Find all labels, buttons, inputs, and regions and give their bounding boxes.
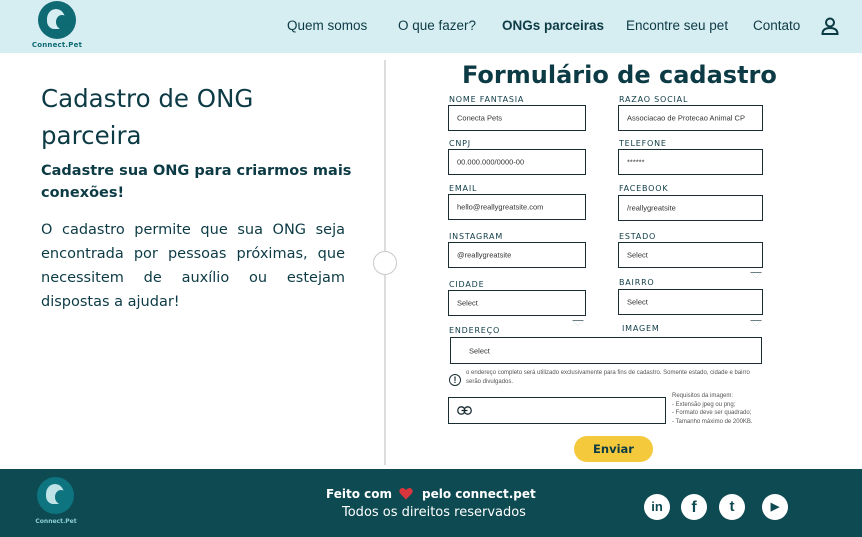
image-requirements-line: Requisitos da imagem: bbox=[672, 393, 734, 399]
image-upload-input[interactable] bbox=[448, 397, 666, 424]
telefone-input[interactable]: ****** bbox=[618, 149, 763, 175]
image-requirements: Requisitos da imagem: - Extensão jpeg ou… bbox=[672, 392, 782, 426]
instagram-value: @reallygreatsite bbox=[457, 250, 512, 260]
footer-rights: Todos os direitos reservados bbox=[342, 505, 526, 520]
submit-button[interactable]: Enviar bbox=[574, 436, 653, 462]
nav-link-o-que-fazer[interactable]: O que fazer? bbox=[398, 18, 476, 33]
logo[interactable]: Connect.Pet bbox=[31, 1, 83, 51]
youtube-icon[interactable]: ▶ bbox=[762, 494, 788, 520]
nome-fantasia-label: NOME FANTASIA bbox=[449, 95, 525, 104]
email-value: hello@reallygreatsite.com bbox=[457, 202, 544, 212]
instagram-label: INSTAGRAM bbox=[449, 232, 504, 241]
telefone-value: ****** bbox=[627, 157, 645, 167]
nav-link-encontre-seu-pet[interactable]: Encontre seu pet bbox=[626, 18, 728, 33]
image-requirements-line: - Extensão jpeg ou png; bbox=[672, 401, 736, 408]
cnpj-input[interactable]: 00.000.000/0000-00 bbox=[448, 149, 586, 175]
facebook-icon[interactable]: f bbox=[681, 494, 707, 520]
footer-logo-mark-icon bbox=[37, 477, 74, 514]
endereco-label: ENDEREÇO bbox=[449, 326, 501, 335]
footer-made-with: Feito com bbox=[326, 487, 392, 501]
footer-logo-text: Connect.Pet bbox=[35, 518, 77, 525]
image-requirements-line: - Formato deve ser quadrado; bbox=[672, 410, 752, 416]
bairro-label: BAIRRO bbox=[619, 278, 655, 287]
nome-fantasia-input[interactable]: Conecta Pets bbox=[448, 105, 586, 131]
email-input[interactable]: hello@reallygreatsite.com bbox=[448, 194, 586, 220]
facebook-value: /reallygreatsite bbox=[627, 203, 676, 213]
twitter-icon[interactable]: t bbox=[719, 494, 745, 520]
razao-social-value: Associacao de Protecao Animal CP bbox=[627, 113, 745, 123]
image-requirements-line: - Tamanho máximo de 200KB. bbox=[672, 418, 753, 425]
bairro-value: Select bbox=[627, 297, 648, 307]
cidade-value: Select bbox=[457, 298, 478, 308]
cidade-label: CIDADE bbox=[449, 280, 485, 289]
nome-fantasia-value: Conecta Pets bbox=[457, 113, 503, 123]
logo-mark-icon bbox=[38, 1, 76, 39]
user-icon[interactable] bbox=[820, 16, 840, 36]
cidade-select[interactable]: Select bbox=[448, 290, 586, 316]
form-title: Formulário de cadastro bbox=[462, 61, 777, 89]
cnpj-value: 00.000.000/0000-00 bbox=[457, 157, 525, 167]
cnpj-label: CNPJ bbox=[449, 139, 471, 148]
bairro-select[interactable]: Select bbox=[618, 289, 763, 315]
email-label: EMAIL bbox=[449, 184, 478, 193]
telefone-label: TELEFONE bbox=[619, 139, 667, 148]
estado-chevron-down-icon[interactable] bbox=[750, 272, 762, 278]
razao-social-label: RAZAO SOCIAL bbox=[619, 95, 689, 104]
nav-link-quem-somos[interactable]: Quem somos bbox=[287, 18, 367, 33]
address-note: o endereço completo será utilizado exclu… bbox=[466, 370, 750, 385]
estado-select[interactable]: Select bbox=[618, 242, 763, 268]
info-icon: ! bbox=[449, 374, 461, 386]
link-icon bbox=[457, 406, 472, 415]
instagram-input[interactable]: @reallygreatsite bbox=[448, 242, 586, 268]
page-subtitle: Cadastre sua ONG para criarmos mais cone… bbox=[41, 163, 352, 201]
heart-icon bbox=[399, 488, 413, 500]
page-description: O cadastro permite que sua ONG seja enco… bbox=[41, 222, 345, 310]
endereco-input[interactable]: Select bbox=[450, 337, 762, 364]
bairro-chevron-down-icon[interactable] bbox=[750, 320, 762, 326]
logo-text: Connect.Pet bbox=[31, 41, 83, 49]
nav-link-contato[interactable]: Contato bbox=[753, 18, 800, 33]
page-title: Cadastro de ONG parceira bbox=[41, 84, 254, 150]
nav-link-ongs-parceiras[interactable]: ONGs parceiras bbox=[502, 18, 604, 33]
footer-logo[interactable]: Connect.Pet bbox=[34, 477, 78, 527]
estado-value: Select bbox=[627, 250, 648, 260]
divider-knob bbox=[373, 251, 397, 275]
footer-made-by: pelo connect.pet bbox=[422, 487, 536, 501]
facebook-label: FACEBOOK bbox=[619, 184, 669, 193]
facebook-input[interactable]: /reallygreatsite bbox=[618, 195, 763, 221]
linkedin-icon[interactable]: in bbox=[644, 494, 670, 520]
estado-label: ESTADO bbox=[619, 232, 657, 241]
cidade-chevron-down-icon[interactable] bbox=[572, 320, 584, 326]
endereco-value: Select bbox=[469, 346, 490, 355]
imagem-label: IMAGEM bbox=[622, 324, 660, 333]
razao-social-input[interactable]: Associacao de Protecao Animal CP bbox=[618, 105, 763, 131]
